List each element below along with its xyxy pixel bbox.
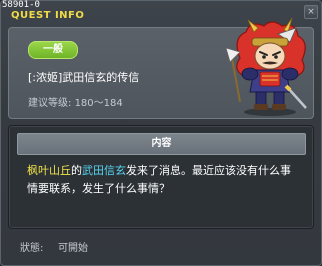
- quest-title: [:浓姬]武田信玄的传信: [28, 71, 140, 84]
- location-name: 枫叶山丘: [27, 164, 71, 177]
- status-label: 狀態:: [20, 243, 44, 254]
- status-value: 可開始: [58, 243, 88, 254]
- quest-category-badge: 一般: [28, 41, 78, 59]
- description-text: 的: [71, 164, 82, 177]
- window-title: QUEST INFO: [11, 10, 85, 21]
- quest-id: 58901-0: [2, 0, 40, 10]
- content-header: 内容: [17, 133, 306, 155]
- recommended-level-range: 180～184: [74, 98, 123, 109]
- close-button[interactable]: ×: [304, 5, 318, 19]
- recommended-level-label: 建议等级:: [28, 98, 72, 109]
- npc-name: 武田信玄: [82, 164, 126, 177]
- quest-description: 枫叶山丘的武田信玄发来了消息。最近应该没有什么事情要联系，发生了什么事情？: [27, 162, 299, 198]
- samurai-warrior-icon: [226, 18, 307, 116]
- recommended-level: 建议等级: 180～184: [28, 94, 123, 109]
